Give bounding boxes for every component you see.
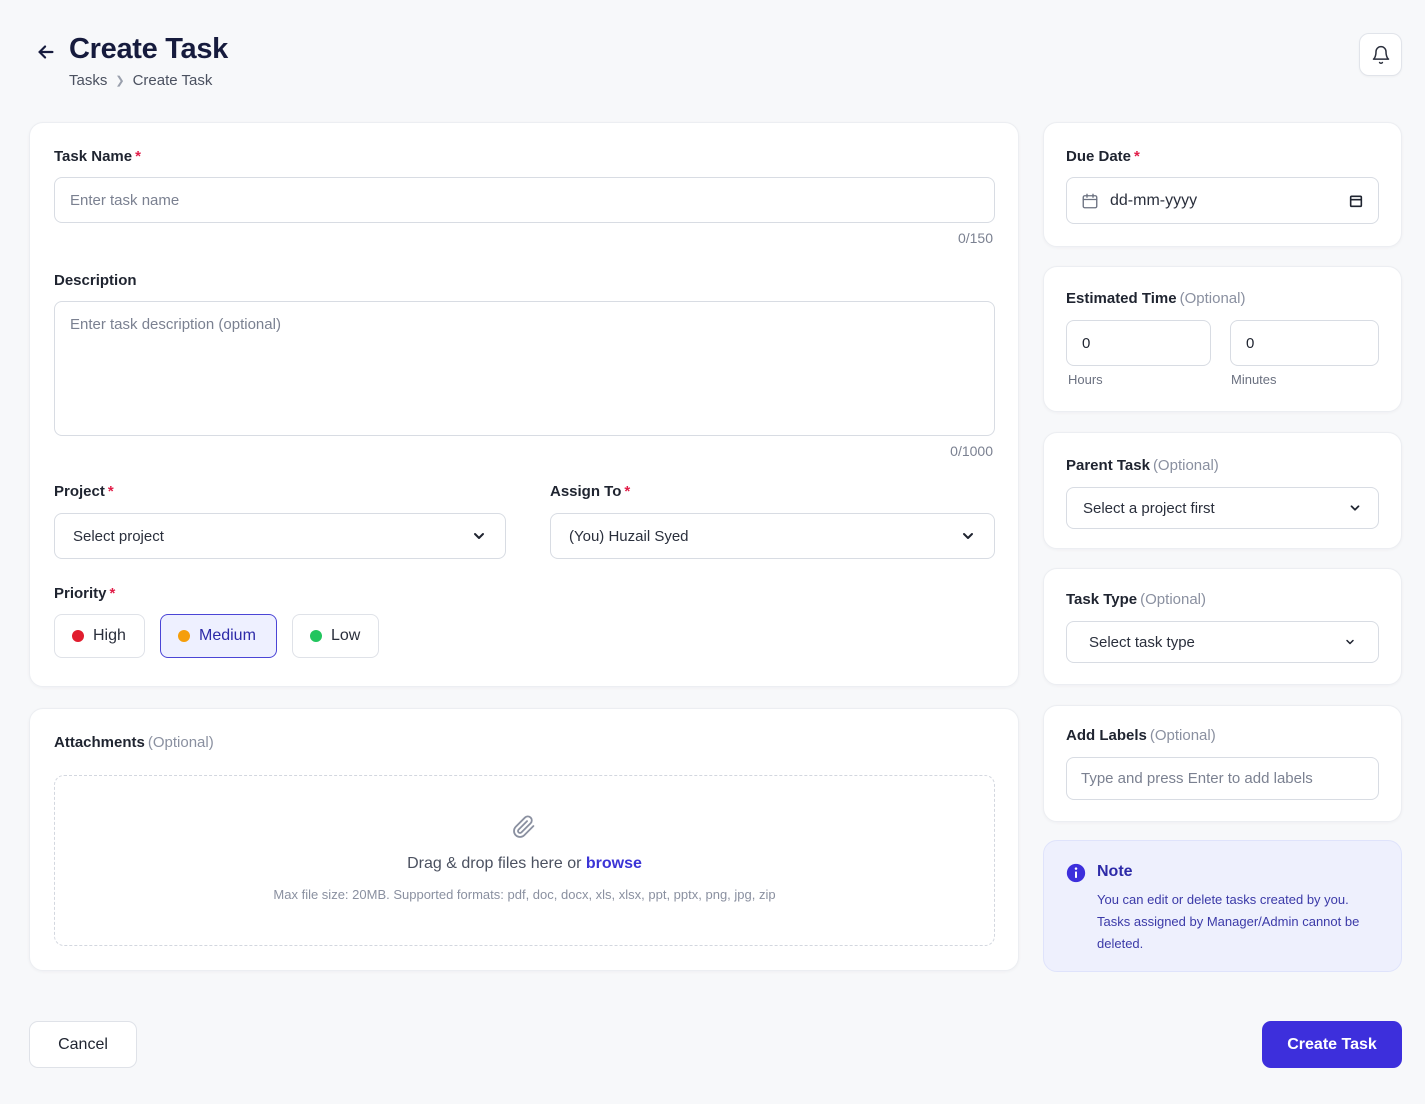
description-label: Description: [54, 272, 137, 289]
browse-link[interactable]: browse: [586, 855, 642, 872]
labels-card: Add Labels (Optional): [1043, 705, 1402, 822]
chevron-down-icon: [1346, 639, 1354, 645]
assign-to-label: Assign To *: [550, 483, 631, 500]
parent-task-card: Parent Task (Optional) Select a project f…: [1043, 432, 1402, 549]
task-name-counter: 0/150: [957, 230, 993, 246]
note-body: You can edit or delete tasks created by …: [1097, 892, 1360, 951]
priority-dot-icon: [310, 630, 322, 642]
labels-input[interactable]: [1066, 757, 1379, 800]
note-title: Note: [1097, 863, 1133, 880]
labels-label: Add Labels (Optional): [1066, 727, 1216, 744]
task-name-input[interactable]: [54, 177, 995, 223]
priority-high-button[interactable]: High: [54, 614, 145, 658]
priority-label: Priority *: [54, 585, 116, 602]
breadcrumb: Tasks ❯ Create Task: [69, 72, 212, 89]
description-textarea[interactable]: [54, 301, 995, 436]
priority-low-button[interactable]: Low: [292, 614, 379, 658]
chevron-down-icon: [963, 533, 973, 539]
chevron-down-icon: [474, 533, 484, 539]
due-date-card: Due Date * dd-mm-yyyy: [1043, 122, 1402, 247]
parent-task-select[interactable]: Select a project first: [1066, 487, 1379, 529]
project-label: Project *: [54, 483, 114, 500]
bell-icon: [1372, 45, 1389, 64]
chevron-right-icon: ❯: [115, 75, 125, 87]
attachments-card: Attachments (Optional) Drag & drop files …: [29, 708, 1019, 971]
description-counter: 0/1000: [950, 443, 993, 459]
due-date-input[interactable]: dd-mm-yyyy: [1066, 177, 1379, 224]
info-icon: [1066, 863, 1086, 883]
arrow-left-icon: [38, 45, 54, 59]
paperclip-icon: [513, 815, 535, 838]
priority-dot-icon: [72, 630, 84, 642]
task-name-label: Task Name *: [54, 148, 141, 165]
page-header: Create Task Tasks ❯ Create Task: [30, 30, 1402, 100]
calendar-picker-icon[interactable]: [1348, 193, 1364, 209]
priority-low-label: Low: [331, 627, 361, 644]
task-type-card: Task Type (Optional) Select task type: [1043, 568, 1402, 685]
task-type-select[interactable]: Select task type: [1066, 621, 1379, 663]
project-select[interactable]: Select project: [54, 513, 506, 559]
back-button[interactable]: [32, 38, 60, 66]
estimated-time-label: Estimated Time (Optional): [1066, 290, 1246, 307]
breadcrumb-current: Create Task: [132, 72, 213, 89]
breadcrumb-tasks[interactable]: Tasks: [69, 72, 107, 89]
estimated-time-card: Estimated Time(Optional) Hours Minutes: [1043, 266, 1402, 412]
dropzone-hint: Max file size: 20MB. Supported formats: …: [273, 887, 776, 902]
calendar-icon: [1082, 193, 1098, 208]
assign-to-select-value: (You) Huzail Syed: [569, 527, 689, 545]
hours-input[interactable]: [1066, 320, 1211, 366]
dropzone-text: Drag & drop files here or browse: [407, 855, 642, 872]
due-date-placeholder: dd-mm-yyyy: [1110, 191, 1198, 209]
task-details-card: Task Name* 0/150 Description 0/1000 Proj…: [29, 122, 1019, 687]
task-type-label: Task Type (Optional): [1066, 591, 1206, 608]
assign-to-select[interactable]: (You) Huzail Syed: [550, 513, 995, 559]
file-dropzone[interactable]: Drag & drop files here or browse Max fil…: [54, 775, 995, 946]
note-panel: Note You can edit or delete tasks create…: [1043, 840, 1402, 972]
priority-high-label: High: [93, 627, 126, 644]
attachments-label: Attachments (Optional): [54, 734, 214, 751]
cancel-button[interactable]: Cancel: [29, 1021, 137, 1068]
priority-medium-button[interactable]: Medium: [160, 614, 277, 658]
task-type-select-value: Select task type: [1089, 633, 1195, 651]
hours-caption: Hours: [1068, 372, 1103, 387]
priority-medium-label: Medium: [199, 627, 256, 644]
page-title: Create Task: [69, 33, 228, 65]
minutes-input[interactable]: [1230, 320, 1379, 366]
create-task-button[interactable]: Create Task: [1262, 1021, 1402, 1068]
parent-task-select-value: Select a project first: [1083, 499, 1215, 517]
minutes-caption: Minutes: [1231, 372, 1277, 387]
parent-task-label: Parent Task (Optional): [1066, 457, 1219, 474]
chevron-down-icon: [1350, 505, 1360, 511]
project-select-value: Select project: [73, 527, 164, 545]
notifications-button[interactable]: [1359, 33, 1402, 76]
priority-dot-icon: [178, 630, 190, 642]
due-date-label: Due Date *: [1066, 148, 1140, 165]
